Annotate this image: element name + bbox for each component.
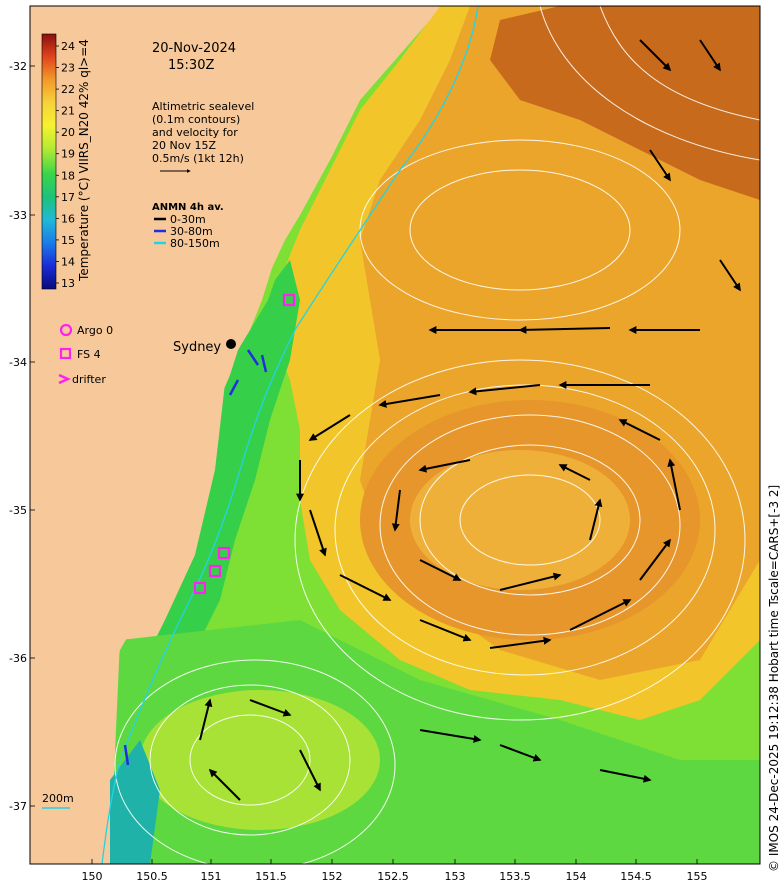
longitude-tick-label: 154.5 [620,870,652,883]
colorbar-tick-label: 22 [61,83,75,96]
longitude-tick-label: 151 [201,870,222,883]
colorbar-tick-label: 23 [61,62,75,75]
colorbar-tick-label: 24 [61,40,75,53]
longitude-tick-label: 152.5 [377,870,409,883]
altimetry-line: (0.1m contours) [152,113,240,126]
colorbar-tick-label: 19 [61,148,75,161]
latitude-tick-label: -32 [9,60,27,73]
longitude-tick-label: 155 [687,870,708,883]
colorbar-label: Temperature (°C) VIIRS_N20 42% ql>=4 [77,39,91,282]
city-label: Sydney [173,340,221,355]
colorbar-tick-label: 16 [61,212,75,225]
longitude-tick-label: 150.5 [136,870,168,883]
altimetry-line: Altimetric sealevel [152,100,254,113]
altimetry-line: 0.5m/s (1kt 12h) [152,152,244,165]
sydney-marker[interactable] [226,339,236,349]
colorbar-tick-label: 21 [61,105,75,118]
latitude-tick-label: -34 [9,356,27,369]
longitude-tick-label: 153 [445,870,466,883]
longitude-tick-label: 153.5 [499,870,531,883]
anmn-title: ANMN 4h av. [152,202,224,213]
colorbar-tick-label: 15 [61,234,75,247]
map-date: 20-Nov-2024 [152,41,236,56]
longitude-tick-label: 154 [566,870,587,883]
colorbar-tick-label: 14 [61,255,75,268]
latitude-tick-label: -36 [9,652,27,665]
latitude-tick-label: -33 [9,209,27,222]
latitude-tick-label: -37 [9,800,27,813]
drifter-label: drifter [72,373,106,386]
anmn-item-2: 80-150m [170,237,220,250]
credit-text: © IMOS 24-Dec-2025 19:12:38 Hobart time … [767,485,780,872]
isobath-label: 200m [42,792,74,805]
colorbar-tick-label: 20 [61,126,75,139]
sst-map: Sydney 24 23 22 21 20 19 18 17 16 15 14 13 Temperat… [9,5,780,883]
fs-label: FS 4 [77,348,101,361]
altimetry-line: and velocity for [152,126,238,139]
argo-label: Argo 0 [77,324,113,337]
colorbar-tick-label: 18 [61,169,75,182]
colorbar-tick-label: 13 [61,277,75,290]
longitude-tick-label: 151.5 [255,870,287,883]
longitude-tick-label: 152 [322,870,343,883]
latitude-tick-label: -35 [9,504,27,517]
map-time: 15:30Z [168,58,214,73]
altimetry-line: 20 Nov 15Z [152,139,216,152]
colorbar-tick-label: 17 [61,191,75,204]
longitude-tick-label: 150 [82,870,103,883]
